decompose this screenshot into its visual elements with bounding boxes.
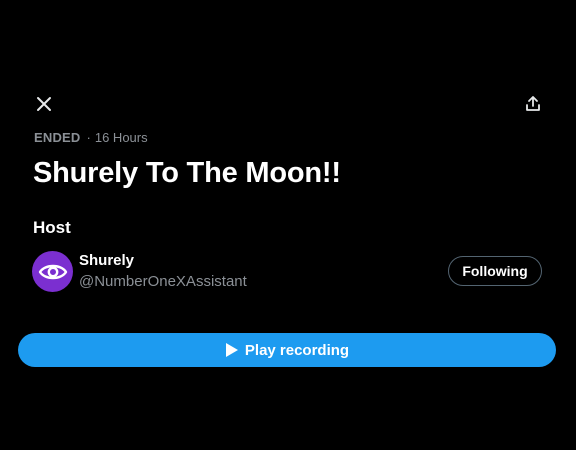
host-heading: Host bbox=[33, 218, 71, 237]
eye-icon bbox=[38, 262, 68, 282]
space-duration: 16 Hours bbox=[94, 130, 148, 145]
status-badge: ENDED bbox=[34, 130, 81, 145]
status-separator: · bbox=[86, 130, 91, 145]
space-ended-page: ENDED · 16 Hours Shurely To The Moon!! Hos… bbox=[0, 0, 576, 450]
share-upload-icon bbox=[524, 95, 542, 113]
space-status-line: ENDED · 16 Hours bbox=[34, 130, 148, 146]
share-button[interactable] bbox=[519, 90, 547, 118]
following-button[interactable]: Following bbox=[448, 256, 542, 286]
host-handle[interactable]: @NumberOneXAssistant bbox=[79, 273, 247, 291]
host-row: Shurely @NumberOneXAssistant Following bbox=[32, 250, 544, 294]
play-recording-button[interactable]: Play recording bbox=[18, 333, 556, 367]
play-recording-label: Play recording bbox=[244, 341, 350, 359]
play-icon bbox=[225, 342, 239, 358]
close-button[interactable] bbox=[30, 90, 58, 118]
space-title: Shurely To The Moon!! bbox=[33, 157, 341, 189]
close-icon bbox=[36, 96, 52, 112]
avatar[interactable] bbox=[32, 251, 73, 292]
host-name[interactable]: Shurely bbox=[79, 252, 134, 270]
